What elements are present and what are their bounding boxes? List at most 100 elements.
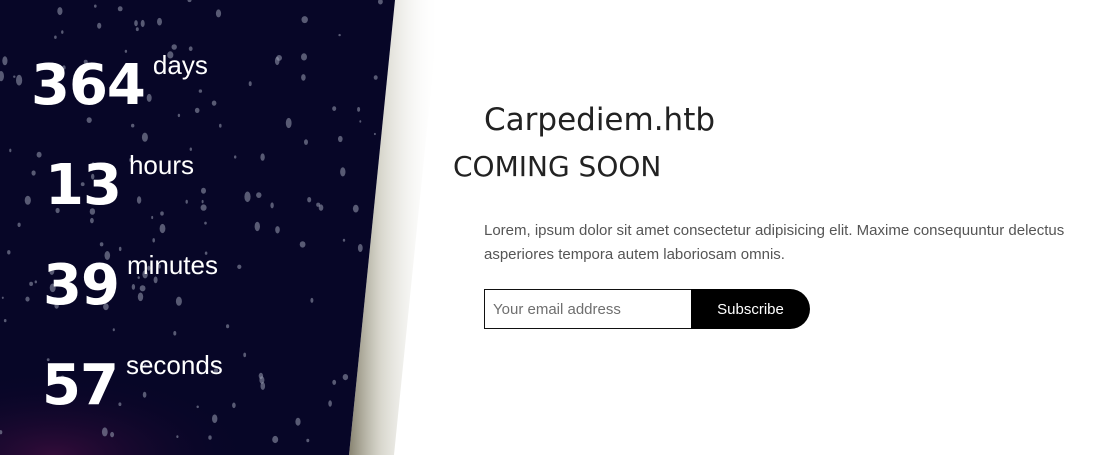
- seconds-label: seconds: [125, 350, 223, 380]
- star-dot: [134, 20, 138, 27]
- hours-value: 13: [45, 153, 122, 218]
- star-dot: [94, 4, 97, 8]
- star-dot: [90, 217, 94, 224]
- star-dot: [259, 376, 265, 384]
- subscribe-button[interactable]: Subscribe: [691, 289, 810, 329]
- star-dot: [234, 155, 237, 159]
- star-dot: [201, 199, 204, 204]
- star-dot: [16, 74, 23, 86]
- star-dot: [141, 132, 148, 142]
- star-dot: [342, 374, 349, 381]
- star-dot: [157, 17, 162, 26]
- days-value: 364: [31, 53, 146, 118]
- star-dot: [135, 27, 139, 32]
- star-dot: [1, 296, 4, 299]
- star-dot: [243, 352, 247, 358]
- star-dot: [86, 117, 92, 123]
- star-dot: [285, 117, 292, 129]
- star-dot: [219, 123, 222, 128]
- star-dot: [36, 151, 42, 158]
- star-dot: [359, 120, 362, 123]
- star-dot: [295, 417, 301, 426]
- star-dot: [34, 280, 37, 284]
- star-dot: [97, 22, 102, 29]
- star-dot: [7, 250, 11, 255]
- star-dot: [177, 113, 181, 118]
- star-dot: [260, 153, 265, 161]
- star-dot: [176, 435, 179, 438]
- star-dot: [24, 195, 31, 205]
- minutes-label: minutes: [126, 250, 218, 280]
- star-dot: [232, 402, 236, 409]
- star-dot: [316, 202, 321, 207]
- star-dot: [204, 221, 207, 225]
- star-dot: [304, 139, 308, 145]
- star-dot: [13, 75, 16, 78]
- star-dot: [9, 148, 12, 153]
- star-dot: [352, 204, 359, 213]
- star-dot: [112, 328, 115, 332]
- star-dot: [200, 204, 207, 211]
- star-dot: [212, 414, 218, 424]
- star-dot: [310, 297, 314, 303]
- star-dot: [208, 435, 212, 440]
- star-dot: [307, 197, 312, 203]
- star-dot: [57, 7, 63, 16]
- email-input[interactable]: [484, 289, 692, 329]
- star-dot: [272, 435, 279, 444]
- star-dot: [226, 324, 230, 329]
- star-dot: [338, 135, 343, 143]
- star-dot: [131, 123, 135, 128]
- star-dot: [61, 30, 64, 34]
- star-dot: [29, 281, 33, 286]
- star-dot: [306, 438, 310, 443]
- star-dot: [299, 241, 306, 248]
- star-dot: [332, 379, 337, 385]
- countdown-minutes: 39 minutes: [43, 252, 218, 318]
- star-dot: [54, 35, 57, 39]
- star-dot: [31, 170, 36, 176]
- star-dot: [301, 53, 307, 61]
- countdown-seconds: 57 seconds: [42, 352, 223, 418]
- star-dot: [357, 107, 361, 112]
- star-dot: [110, 431, 115, 438]
- star-dot: [342, 238, 346, 242]
- star-dot: [373, 75, 378, 80]
- subscribe-form: Subscribe: [484, 289, 810, 329]
- star-dot: [373, 132, 376, 136]
- star-dot: [274, 56, 280, 66]
- star-dot: [3, 319, 7, 323]
- star-dot: [117, 6, 123, 12]
- star-dot: [159, 223, 166, 234]
- site-description: Lorem, ipsum dolor sit amet consectetur …: [484, 222, 1065, 263]
- seconds-value: 57: [42, 353, 119, 418]
- star-dot: [173, 331, 177, 336]
- countdown-hours: 13 hours: [45, 152, 194, 218]
- star-dot: [101, 427, 108, 437]
- days-label: days: [152, 50, 208, 80]
- star-dot: [332, 106, 337, 111]
- star-dot: [17, 222, 21, 227]
- star-dot: [118, 246, 122, 252]
- star-dot: [357, 244, 363, 252]
- star-dot: [301, 16, 308, 24]
- countdown-days: 364 days: [31, 52, 208, 118]
- star-dot: [151, 215, 154, 220]
- star-dot: [2, 56, 8, 66]
- star-dot: [301, 74, 306, 81]
- star-dot: [171, 44, 177, 50]
- star-dot: [140, 19, 145, 28]
- star-dot: [25, 296, 30, 302]
- star-dot: [275, 226, 280, 234]
- coming-soon-heading: COMING SOON: [453, 150, 662, 183]
- star-dot: [328, 400, 332, 407]
- hours-label: hours: [128, 150, 194, 180]
- minutes-value: 39: [43, 253, 120, 318]
- star-dot: [254, 221, 260, 232]
- star-dot: [152, 238, 155, 243]
- star-dot: [211, 100, 217, 106]
- star-dot: [201, 187, 206, 194]
- star-dot: [338, 33, 341, 37]
- star-dot: [237, 264, 242, 269]
- star-dot: [256, 192, 262, 199]
